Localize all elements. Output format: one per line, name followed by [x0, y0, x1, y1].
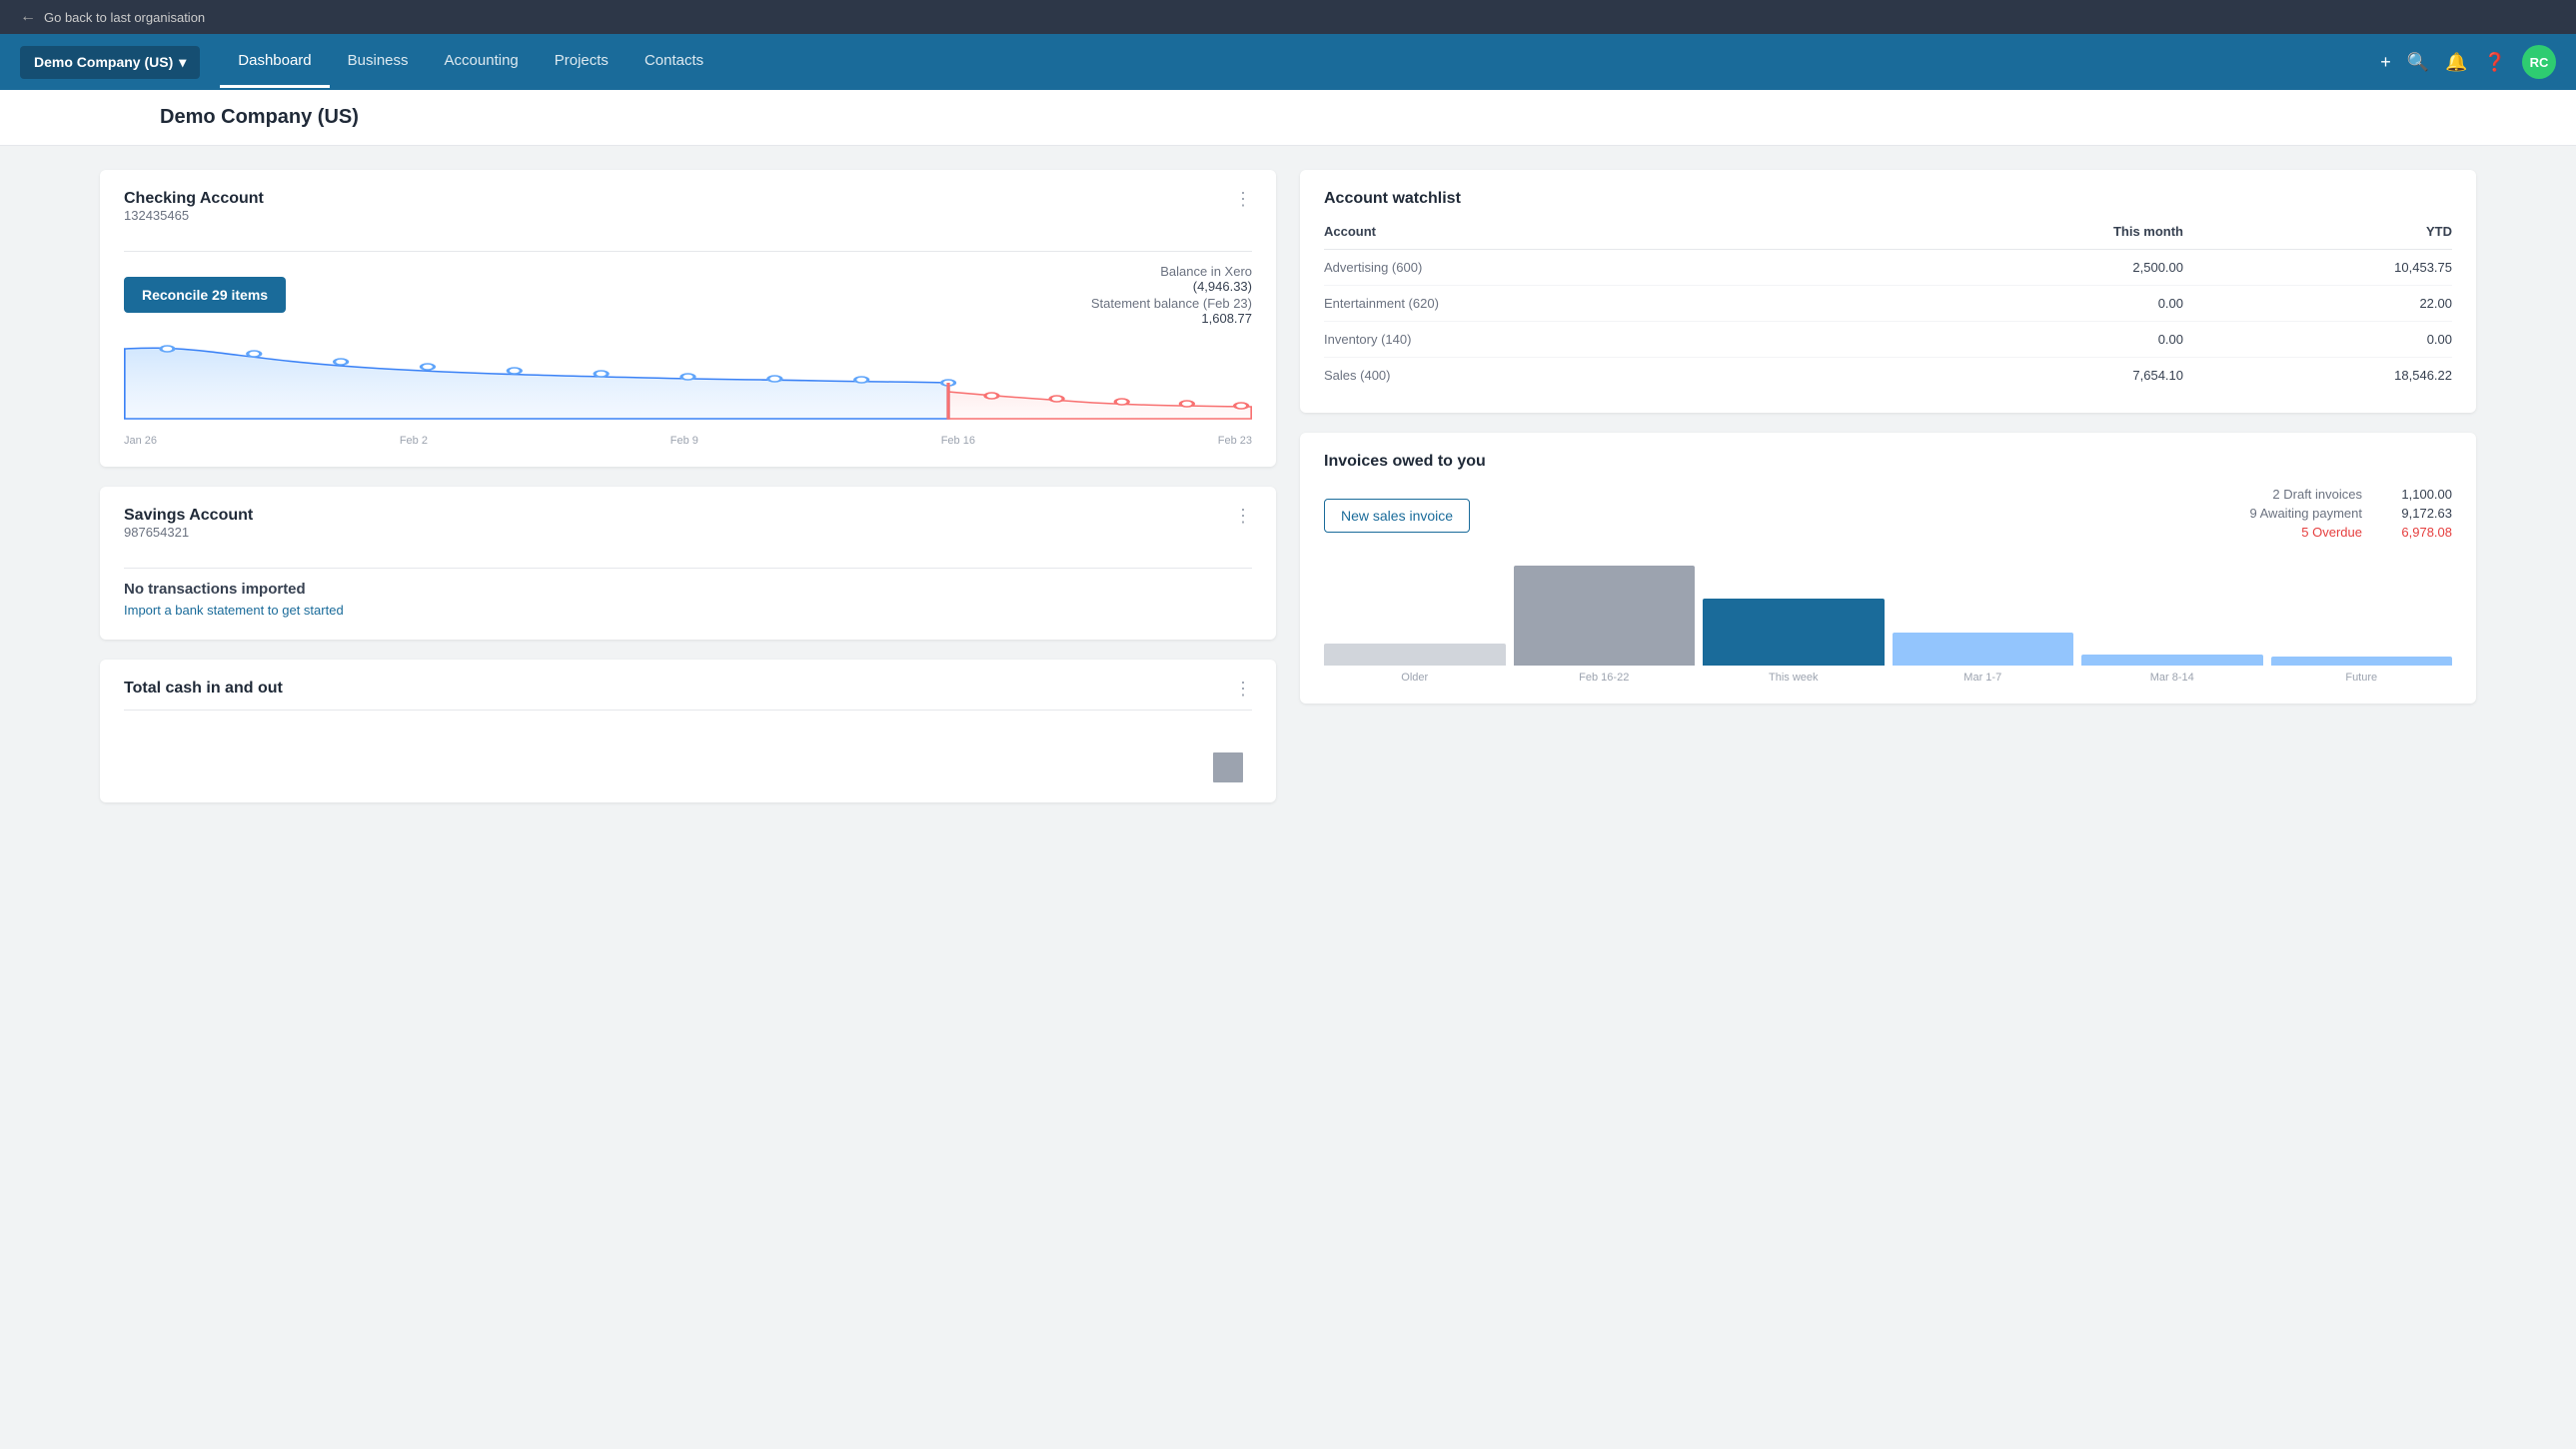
chart-label-jan26: Jan 26	[124, 435, 157, 447]
bar	[1324, 644, 1506, 666]
balance-in-xero-label: Balance in Xero	[1091, 264, 1252, 279]
watchlist-row-2-ytd: 0.00	[2183, 322, 2452, 358]
overdue-value: 6,978.08	[2382, 525, 2452, 540]
savings-account-number: 987654321	[124, 525, 253, 540]
main-content: Checking Account 132435465 ⋮ Reconcile 2…	[0, 146, 2576, 826]
help-icon[interactable]: ❓	[2484, 52, 2506, 73]
nav-accounting[interactable]: Accounting	[427, 36, 537, 88]
chart-labels: Jan 26 Feb 2 Feb 9 Feb 16 Feb 23	[124, 435, 1252, 447]
nav-projects[interactable]: Projects	[537, 36, 627, 88]
bar-group: Feb 16-22	[1514, 566, 1696, 684]
watchlist-row-2-thismonth: 0.00	[1858, 322, 2183, 358]
chart-label-feb2: Feb 2	[400, 435, 428, 447]
awaiting-value: 9,172.63	[2382, 506, 2452, 521]
watchlist-row-1-ytd: 22.00	[2183, 286, 2452, 322]
invoices-title: Invoices owed to you	[1324, 453, 2452, 471]
company-selector[interactable]: Demo Company (US) ▾	[20, 46, 200, 79]
caret-icon: ▾	[179, 54, 186, 71]
table-row: Sales (400) 7,654.10 18,546.22	[1324, 358, 2452, 394]
checking-account-menu[interactable]: ⋮	[1234, 190, 1252, 208]
new-invoice-button[interactable]: New sales invoice	[1324, 499, 1470, 533]
checking-account-chart: Jan 26 Feb 2 Feb 9 Feb 16 Feb 23	[124, 334, 1252, 447]
page-title: Demo Company (US)	[160, 106, 2416, 129]
bar	[2271, 657, 2453, 666]
bar-group: Mar 8-14	[2081, 655, 2263, 684]
bar-label: This week	[1769, 672, 1819, 684]
bar-label: Future	[2345, 672, 2377, 684]
draft-label: 2 Draft invoices	[2272, 487, 2362, 502]
import-link[interactable]: Import a bank statement to get started	[124, 603, 344, 618]
nav-business[interactable]: Business	[330, 36, 427, 88]
bar	[2081, 655, 2263, 666]
overdue-label: 5 Overdue	[2301, 525, 2362, 540]
bar	[1703, 599, 1885, 666]
awaiting-label: 9 Awaiting payment	[2250, 506, 2363, 521]
savings-account-title: Savings Account	[124, 507, 253, 525]
bar-label: Mar 8-14	[2150, 672, 2194, 684]
avatar[interactable]: RC	[2522, 45, 2556, 79]
chart-label-feb23: Feb 23	[1218, 435, 1252, 447]
company-name: Demo Company (US)	[34, 54, 173, 70]
bar-group: Mar 1-7	[1893, 633, 2074, 684]
bar-group: Future	[2271, 657, 2453, 684]
bar	[1893, 633, 2074, 666]
page-header: Demo Company (US)	[0, 90, 2576, 146]
watchlist-row-3-account: Sales (400)	[1324, 358, 1858, 394]
nav-dashboard[interactable]: Dashboard	[220, 36, 329, 88]
search-icon[interactable]: 🔍	[2407, 52, 2429, 73]
invoices-bar-chart: Older Feb 16-22 This week Mar 1-7 Mar 8-14 Fu…	[1324, 564, 2452, 684]
watchlist-col-thismonth: This month	[1858, 224, 2183, 250]
bar-group: This week	[1703, 599, 1885, 684]
checking-account-number: 132435465	[124, 208, 264, 223]
table-row: Advertising (600) 2,500.00 10,453.75	[1324, 250, 2452, 286]
back-arrow-icon: ←	[20, 8, 36, 26]
no-transactions-label: No transactions imported	[124, 581, 1252, 598]
total-cash-menu[interactable]: ⋮	[1234, 680, 1252, 698]
watchlist-row-3-thismonth: 7,654.10	[1858, 358, 2183, 394]
invoice-stats: 2 Draft invoices 1,100.00 9 Awaiting pay…	[2250, 487, 2453, 544]
watchlist-row-2-account: Inventory (140)	[1324, 322, 1858, 358]
account-watchlist-card: Account watchlist Account This month YTD…	[1300, 170, 2476, 413]
bar-label: Older	[1401, 672, 1428, 684]
bar-label: Mar 1-7	[1963, 672, 2001, 684]
invoices-header-row: New sales invoice 2 Draft invoices 1,100…	[1324, 487, 2452, 544]
watchlist-row-0-thismonth: 2,500.00	[1858, 250, 2183, 286]
invoices-owed-card: Invoices owed to you New sales invoice 2…	[1300, 433, 2476, 704]
savings-account-menu[interactable]: ⋮	[1234, 507, 1252, 525]
statement-balance-label: Statement balance (Feb 23)	[1091, 296, 1252, 311]
nav-right: + 🔍 🔔 ❓ RC	[2380, 45, 2556, 79]
watchlist-col-ytd: YTD	[2183, 224, 2452, 250]
total-cash-card: Total cash in and out ⋮	[100, 660, 1276, 802]
bar	[1514, 566, 1696, 666]
back-label[interactable]: Go back to last organisation	[44, 10, 205, 25]
top-bar: ← Go back to last organisation	[0, 0, 2576, 34]
watchlist-title: Account watchlist	[1324, 190, 2452, 208]
nav-contacts[interactable]: Contacts	[627, 36, 721, 88]
watchlist-row-3-ytd: 18,546.22	[2183, 358, 2452, 394]
watchlist-table: Account This month YTD Advertising (600)…	[1324, 224, 2452, 393]
reconcile-button[interactable]: Reconcile 29 items	[124, 277, 286, 313]
chart-label-feb9: Feb 9	[670, 435, 698, 447]
draft-value: 1,100.00	[2382, 487, 2452, 502]
table-row: Inventory (140) 0.00 0.00	[1324, 322, 2452, 358]
total-cash-title: Total cash in and out	[124, 680, 283, 698]
watchlist-row-0-ytd: 10,453.75	[2183, 250, 2452, 286]
watchlist-col-account: Account	[1324, 224, 1858, 250]
chart-label-feb16: Feb 16	[941, 435, 975, 447]
nav-bar: Demo Company (US) ▾ Dashboard Business A…	[0, 34, 2576, 90]
watchlist-row-1-thismonth: 0.00	[1858, 286, 2183, 322]
savings-account-card: Savings Account 987654321 ⋮ No transacti…	[100, 487, 1276, 640]
bar-label: Feb 16-22	[1579, 672, 1629, 684]
checking-account-title: Checking Account	[124, 190, 264, 208]
add-icon[interactable]: +	[2380, 52, 2391, 73]
checking-account-card: Checking Account 132435465 ⋮ Reconcile 2…	[100, 170, 1276, 467]
statement-balance-value: 1,608.77	[1091, 311, 1252, 326]
watchlist-row-0-account: Advertising (600)	[1324, 250, 1858, 286]
balance-in-xero-value: (4,946.33)	[1091, 279, 1252, 294]
bar-group: Older	[1324, 644, 1506, 684]
nav-links: Dashboard Business Accounting Projects C…	[220, 36, 2380, 88]
watchlist-row-1-account: Entertainment (620)	[1324, 286, 1858, 322]
table-row: Entertainment (620) 0.00 22.00	[1324, 286, 2452, 322]
notifications-icon[interactable]: 🔔	[2445, 52, 2467, 73]
